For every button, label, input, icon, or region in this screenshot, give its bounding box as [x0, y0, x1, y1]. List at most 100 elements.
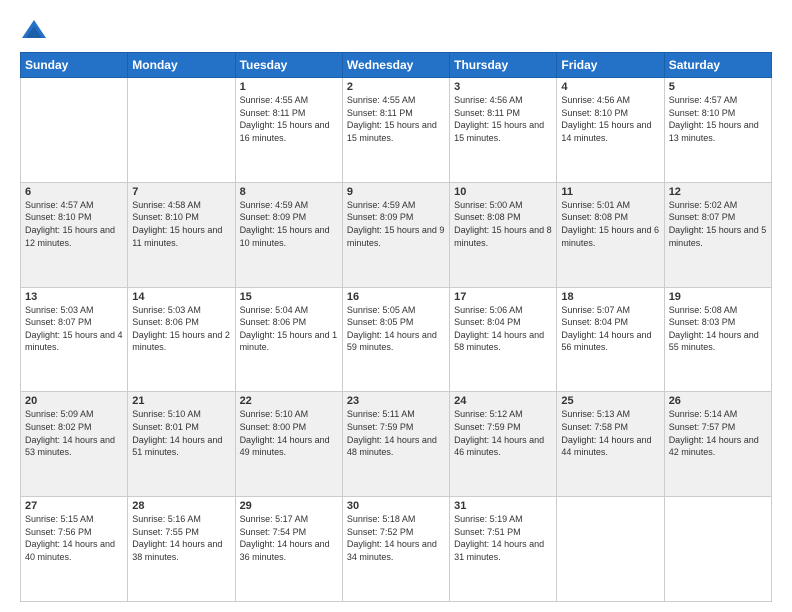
calendar-cell: 20Sunrise: 5:09 AM Sunset: 8:02 PM Dayli…	[21, 392, 128, 497]
day-number: 6	[25, 186, 123, 198]
day-info: Sunrise: 4:59 AM Sunset: 8:09 PM Dayligh…	[347, 199, 445, 249]
page: Sunday Monday Tuesday Wednesday Thursday…	[0, 0, 792, 612]
day-info: Sunrise: 5:16 AM Sunset: 7:55 PM Dayligh…	[132, 513, 230, 563]
calendar-cell	[21, 78, 128, 183]
calendar-cell: 29Sunrise: 5:17 AM Sunset: 7:54 PM Dayli…	[235, 497, 342, 602]
day-number: 2	[347, 81, 445, 93]
day-info: Sunrise: 5:01 AM Sunset: 8:08 PM Dayligh…	[561, 199, 659, 249]
calendar-cell: 25Sunrise: 5:13 AM Sunset: 7:58 PM Dayli…	[557, 392, 664, 497]
day-number: 14	[132, 291, 230, 303]
day-info: Sunrise: 5:07 AM Sunset: 8:04 PM Dayligh…	[561, 304, 659, 354]
calendar-cell: 8Sunrise: 4:59 AM Sunset: 8:09 PM Daylig…	[235, 182, 342, 287]
day-number: 19	[669, 291, 767, 303]
header	[20, 16, 772, 44]
day-number: 26	[669, 395, 767, 407]
day-info: Sunrise: 4:57 AM Sunset: 8:10 PM Dayligh…	[669, 94, 767, 144]
header-friday: Friday	[557, 53, 664, 78]
day-info: Sunrise: 5:10 AM Sunset: 8:00 PM Dayligh…	[240, 408, 338, 458]
day-info: Sunrise: 5:05 AM Sunset: 8:05 PM Dayligh…	[347, 304, 445, 354]
calendar-week-row: 27Sunrise: 5:15 AM Sunset: 7:56 PM Dayli…	[21, 497, 772, 602]
header-monday: Monday	[128, 53, 235, 78]
calendar-week-row: 13Sunrise: 5:03 AM Sunset: 8:07 PM Dayli…	[21, 287, 772, 392]
day-number: 21	[132, 395, 230, 407]
calendar-cell: 11Sunrise: 5:01 AM Sunset: 8:08 PM Dayli…	[557, 182, 664, 287]
day-number: 23	[347, 395, 445, 407]
day-number: 22	[240, 395, 338, 407]
header-saturday: Saturday	[664, 53, 771, 78]
day-number: 18	[561, 291, 659, 303]
day-info: Sunrise: 5:06 AM Sunset: 8:04 PM Dayligh…	[454, 304, 552, 354]
day-info: Sunrise: 4:56 AM Sunset: 8:11 PM Dayligh…	[454, 94, 552, 144]
day-info: Sunrise: 5:18 AM Sunset: 7:52 PM Dayligh…	[347, 513, 445, 563]
day-number: 12	[669, 186, 767, 198]
day-info: Sunrise: 5:03 AM Sunset: 8:06 PM Dayligh…	[132, 304, 230, 354]
header-sunday: Sunday	[21, 53, 128, 78]
calendar-cell	[128, 78, 235, 183]
calendar-cell: 28Sunrise: 5:16 AM Sunset: 7:55 PM Dayli…	[128, 497, 235, 602]
day-number: 24	[454, 395, 552, 407]
calendar-cell: 26Sunrise: 5:14 AM Sunset: 7:57 PM Dayli…	[664, 392, 771, 497]
day-number: 17	[454, 291, 552, 303]
day-number: 28	[132, 500, 230, 512]
day-info: Sunrise: 5:09 AM Sunset: 8:02 PM Dayligh…	[25, 408, 123, 458]
day-number: 27	[25, 500, 123, 512]
calendar-cell: 5Sunrise: 4:57 AM Sunset: 8:10 PM Daylig…	[664, 78, 771, 183]
calendar-cell: 15Sunrise: 5:04 AM Sunset: 8:06 PM Dayli…	[235, 287, 342, 392]
day-number: 25	[561, 395, 659, 407]
day-number: 11	[561, 186, 659, 198]
day-number: 8	[240, 186, 338, 198]
logo	[20, 16, 52, 44]
calendar-cell: 18Sunrise: 5:07 AM Sunset: 8:04 PM Dayli…	[557, 287, 664, 392]
day-number: 9	[347, 186, 445, 198]
calendar-week-row: 6Sunrise: 4:57 AM Sunset: 8:10 PM Daylig…	[21, 182, 772, 287]
calendar-cell: 24Sunrise: 5:12 AM Sunset: 7:59 PM Dayli…	[450, 392, 557, 497]
header-wednesday: Wednesday	[342, 53, 449, 78]
day-info: Sunrise: 5:03 AM Sunset: 8:07 PM Dayligh…	[25, 304, 123, 354]
day-info: Sunrise: 5:14 AM Sunset: 7:57 PM Dayligh…	[669, 408, 767, 458]
day-info: Sunrise: 5:00 AM Sunset: 8:08 PM Dayligh…	[454, 199, 552, 249]
calendar-cell: 3Sunrise: 4:56 AM Sunset: 8:11 PM Daylig…	[450, 78, 557, 183]
day-info: Sunrise: 4:58 AM Sunset: 8:10 PM Dayligh…	[132, 199, 230, 249]
day-number: 7	[132, 186, 230, 198]
calendar-cell	[664, 497, 771, 602]
day-info: Sunrise: 5:17 AM Sunset: 7:54 PM Dayligh…	[240, 513, 338, 563]
calendar-cell: 2Sunrise: 4:55 AM Sunset: 8:11 PM Daylig…	[342, 78, 449, 183]
day-number: 31	[454, 500, 552, 512]
calendar-cell: 21Sunrise: 5:10 AM Sunset: 8:01 PM Dayli…	[128, 392, 235, 497]
calendar-cell: 13Sunrise: 5:03 AM Sunset: 8:07 PM Dayli…	[21, 287, 128, 392]
calendar-cell: 17Sunrise: 5:06 AM Sunset: 8:04 PM Dayli…	[450, 287, 557, 392]
day-info: Sunrise: 5:19 AM Sunset: 7:51 PM Dayligh…	[454, 513, 552, 563]
header-thursday: Thursday	[450, 53, 557, 78]
calendar: Sunday Monday Tuesday Wednesday Thursday…	[20, 52, 772, 602]
weekday-header-row: Sunday Monday Tuesday Wednesday Thursday…	[21, 53, 772, 78]
calendar-cell: 27Sunrise: 5:15 AM Sunset: 7:56 PM Dayli…	[21, 497, 128, 602]
calendar-week-row: 20Sunrise: 5:09 AM Sunset: 8:02 PM Dayli…	[21, 392, 772, 497]
day-number: 15	[240, 291, 338, 303]
calendar-cell: 16Sunrise: 5:05 AM Sunset: 8:05 PM Dayli…	[342, 287, 449, 392]
day-number: 16	[347, 291, 445, 303]
calendar-week-row: 1 Sunrise: 4:55 AM Sunset: 8:11 PM Daylig…	[21, 78, 772, 183]
calendar-cell: 31Sunrise: 5:19 AM Sunset: 7:51 PM Dayli…	[450, 497, 557, 602]
day-info: Sunrise: 5:13 AM Sunset: 7:58 PM Dayligh…	[561, 408, 659, 458]
calendar-cell	[557, 497, 664, 602]
day-number: 13	[25, 291, 123, 303]
calendar-cell: 1Sunrise: 4:55 AM Sunset: 8:11 PM Daylig…	[235, 78, 342, 183]
calendar-cell: 19Sunrise: 5:08 AM Sunset: 8:03 PM Dayli…	[664, 287, 771, 392]
day-info: Sunrise: 5:11 AM Sunset: 7:59 PM Dayligh…	[347, 408, 445, 458]
header-tuesday: Tuesday	[235, 53, 342, 78]
calendar-cell: 4Sunrise: 4:56 AM Sunset: 8:10 PM Daylig…	[557, 78, 664, 183]
calendar-cell: 7Sunrise: 4:58 AM Sunset: 8:10 PM Daylig…	[128, 182, 235, 287]
day-info: Sunrise: 4:55 AM Sunset: 8:11 PM Dayligh…	[347, 94, 445, 144]
day-number: 1	[240, 81, 338, 93]
day-info: Sunrise: 5:08 AM Sunset: 8:03 PM Dayligh…	[669, 304, 767, 354]
day-number: 4	[561, 81, 659, 93]
day-info: Sunrise: 5:04 AM Sunset: 8:06 PM Dayligh…	[240, 304, 338, 354]
calendar-cell: 22Sunrise: 5:10 AM Sunset: 8:00 PM Dayli…	[235, 392, 342, 497]
calendar-cell: 6Sunrise: 4:57 AM Sunset: 8:10 PM Daylig…	[21, 182, 128, 287]
calendar-cell: 9Sunrise: 4:59 AM Sunset: 8:09 PM Daylig…	[342, 182, 449, 287]
day-info: Sunrise: 4:57 AM Sunset: 8:10 PM Dayligh…	[25, 199, 123, 249]
calendar-cell: 10Sunrise: 5:00 AM Sunset: 8:08 PM Dayli…	[450, 182, 557, 287]
day-info: Sunrise: 5:02 AM Sunset: 8:07 PM Dayligh…	[669, 199, 767, 249]
calendar-cell: 30Sunrise: 5:18 AM Sunset: 7:52 PM Dayli…	[342, 497, 449, 602]
day-number: 20	[25, 395, 123, 407]
